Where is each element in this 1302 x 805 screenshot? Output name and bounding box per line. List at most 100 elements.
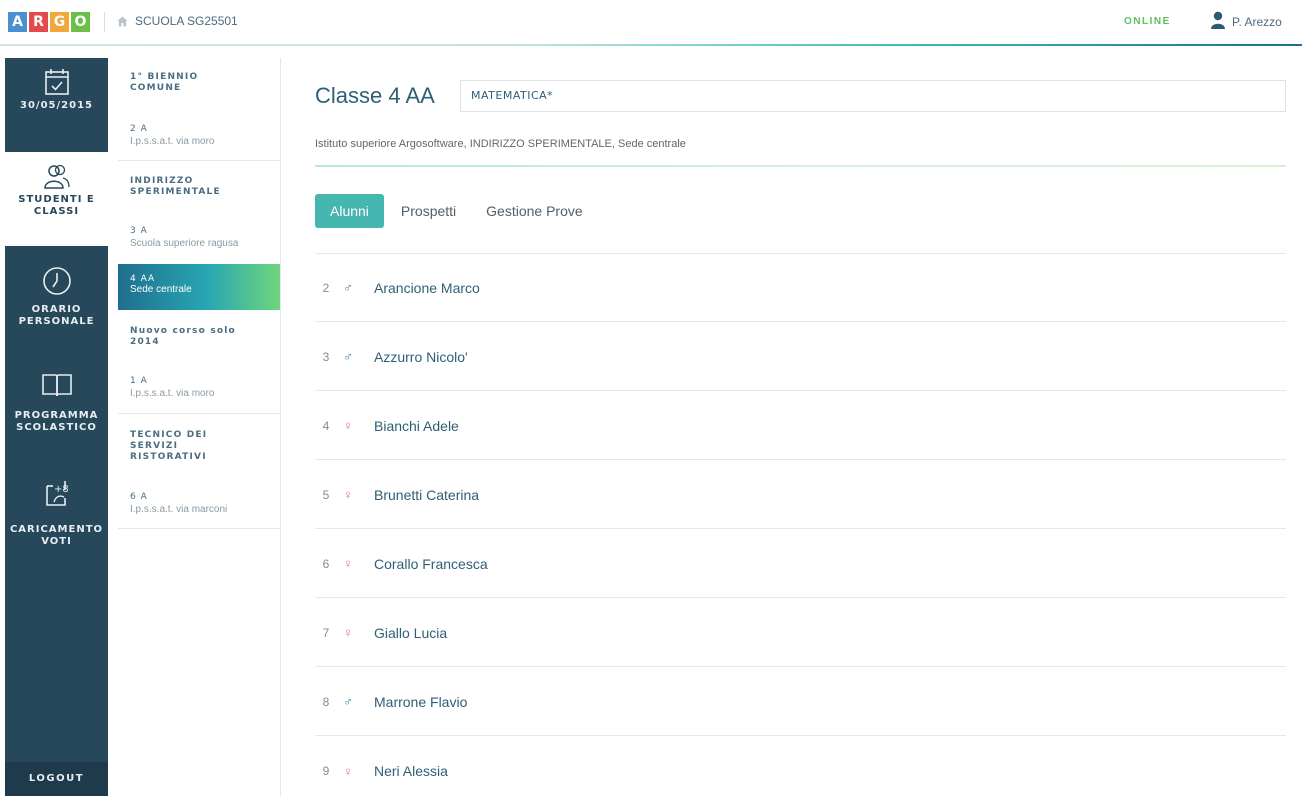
class-group-4-title: TECNICO DEI SERVIZI RISTORATIVI — [118, 430, 280, 463]
school-name: SCUOLA SG25501 — [135, 14, 238, 28]
student-row[interactable]: 9 ♀ Neri Alessia — [315, 737, 1286, 805]
student-name: Arancione Marco — [374, 279, 480, 296]
nav-caricamento-voti[interactable]: +8 CARICAMENTO VOTI — [5, 478, 108, 558]
school-selector[interactable]: SCUOLA SG25501 — [117, 14, 238, 28]
student-row[interactable]: 2 ♂ Arancione Marco — [315, 254, 1286, 322]
student-name: Brunetti Caterina — [374, 486, 480, 503]
class-group-4-title-line3: RISTORATIVI — [130, 452, 207, 462]
student-number: 8 — [322, 694, 330, 709]
user-icon — [1210, 11, 1226, 32]
nav-programma-scolastico[interactable]: PROGRAMMA SCOLASTICO — [5, 372, 108, 452]
student-name: Marrone Flavio — [374, 693, 468, 710]
calendar-check-icon — [5, 68, 108, 96]
student-name: Corallo Francesca — [374, 555, 488, 572]
class-name: 2 A — [130, 124, 148, 134]
user-menu[interactable]: P. Arezzo — [1210, 11, 1282, 32]
student-number: 2 — [322, 280, 330, 295]
class-divider — [118, 413, 280, 414]
class-group-4-title-line1: TECNICO DEI — [130, 430, 208, 440]
page-title: Classe 4 AA — [315, 83, 435, 108]
class-site: I.p.s.s.a.t. via marconi — [130, 504, 228, 515]
class-name: 3 A — [130, 226, 148, 236]
female-icon: ♀ — [343, 763, 353, 779]
class-group-4-title-line2: SERVIZI — [130, 441, 179, 451]
student-row[interactable]: 6 ♀ Corallo Francesca — [315, 530, 1286, 598]
class-item-2a[interactable]: 2 A I.p.s.s.a.t. via moro — [118, 124, 280, 158]
top-bar: A R G O SCUOLA SG25501 ONLINE P. Arezzo — [0, 0, 1302, 46]
logout-button[interactable]: LOGOUT — [5, 762, 108, 796]
institute-info: Istituto superiore Argosoftware, INDIRIZ… — [315, 138, 686, 150]
main-sidebar: 30/05/2015 STUDENTI E CLASSI ORARIO PERS… — [5, 58, 108, 796]
nav-caricamento-label-1: CARICAMENTO — [9, 524, 104, 535]
student-row[interactable]: 5 ♀ Brunetti Caterina — [315, 461, 1286, 529]
nav-studenti-classi[interactable]: STUDENTI E CLASSI — [5, 152, 108, 246]
female-icon: ♀ — [343, 556, 353, 571]
nav-studenti-label-2: CLASSI — [33, 206, 80, 217]
student-row[interactable]: 7 ♀ Giallo Lucia — [315, 599, 1286, 667]
nav-caricamento-label-2: VOTI — [41, 536, 72, 547]
class-item-4aa[interactable]: 4 AA Sede centrale — [118, 264, 280, 310]
online-status: ONLINE — [1124, 16, 1171, 27]
student-number: 6 — [322, 556, 330, 571]
class-name: 4 AA — [130, 274, 156, 284]
logo-letter-r: R — [29, 12, 48, 32]
class-name: 6 A — [130, 492, 148, 502]
student-name: Neri Alessia — [374, 763, 448, 779]
class-item-1a[interactable]: 1 A I.p.s.s.a.t. via moro — [118, 376, 280, 410]
male-icon: ♂ — [343, 349, 353, 364]
female-icon: ♀ — [343, 625, 353, 640]
student-number: 7 — [322, 625, 330, 640]
class-group-3-title: Nuovo corso solo 2014 — [118, 326, 280, 348]
students-icon — [5, 164, 108, 190]
class-site: Scuola superiore ragusa — [130, 238, 239, 249]
subject-select[interactable]: MATEMATICA* — [460, 80, 1286, 112]
nav-date[interactable]: 30/05/2015 — [5, 66, 108, 148]
logo-letter-a: A — [8, 12, 27, 32]
nav-orario-personale[interactable]: ORARIO PERSONALE — [5, 266, 108, 346]
student-name: Giallo Lucia — [374, 624, 448, 641]
book-icon — [5, 372, 108, 398]
class-group-1-title-line1: 1° BIENNIO — [130, 72, 199, 82]
student-number: 9 — [322, 764, 330, 778]
female-icon: ♀ — [343, 487, 353, 502]
home-icon — [117, 16, 128, 27]
class-group-2-title-line2: SPERIMENTALE — [130, 187, 221, 197]
clock-icon — [5, 266, 108, 296]
tab-gestione-prove[interactable]: Gestione Prove — [471, 194, 598, 228]
class-group-3-title-line1: Nuovo corso solo — [130, 326, 236, 336]
student-row[interactable]: 4 ♀ Bianchi Adele — [315, 392, 1286, 460]
student-row[interactable]: 8 ♂ Marrone Flavio — [315, 668, 1286, 736]
svg-text:+8: +8 — [54, 484, 69, 495]
class-list-panel: 1° BIENNIO COMUNE 2 A I.p.s.s.a.t. via m… — [118, 58, 281, 796]
class-item-3a[interactable]: 3 A Scuola superiore ragusa — [118, 226, 280, 260]
header-separator — [104, 12, 105, 32]
tab-bar: Alunni Prospetti Gestione Prove — [315, 194, 598, 228]
header-gradient-line — [0, 44, 1302, 46]
male-icon: ♂ — [343, 280, 353, 295]
nav-studenti-label-1: STUDENTI E — [18, 194, 95, 205]
student-number: 3 — [322, 349, 330, 364]
class-site: I.p.s.s.a.t. via moro — [130, 136, 215, 147]
female-icon: ♀ — [343, 418, 353, 433]
nav-orario-label-2: PERSONALE — [18, 316, 95, 327]
nav-date-label: 30/05/2015 — [20, 100, 93, 111]
class-item-6a[interactable]: 6 A I.p.s.s.a.t. via marconi — [118, 492, 280, 526]
class-group-1-title-line2: COMUNE — [130, 83, 182, 93]
nav-programma-label-1: PROGRAMMA — [14, 410, 99, 421]
title-divider — [315, 165, 1286, 167]
student-number: 4 — [322, 418, 330, 433]
male-icon: ♂ — [343, 694, 353, 709]
nav-orario-label-1: ORARIO — [31, 304, 82, 315]
class-group-2-title-line1: INDIRIZZO — [130, 176, 194, 186]
student-row[interactable]: 3 ♂ Azzurro Nicolo' — [315, 323, 1286, 391]
class-group-3-title-line2: 2014 — [130, 337, 160, 347]
argo-logo[interactable]: A R G O — [8, 12, 90, 32]
class-group-1-title: 1° BIENNIO COMUNE — [118, 72, 280, 94]
logo-letter-g: G — [50, 12, 69, 32]
nav-programma-label-2: SCOLASTICO — [16, 422, 97, 433]
tab-prospetti[interactable]: Prospetti — [386, 194, 471, 228]
tab-alunni[interactable]: Alunni — [315, 194, 384, 228]
user-name: P. Arezzo — [1232, 14, 1282, 29]
grade-upload-icon: +8 — [5, 478, 108, 508]
student-name: Bianchi Adele — [374, 417, 459, 434]
